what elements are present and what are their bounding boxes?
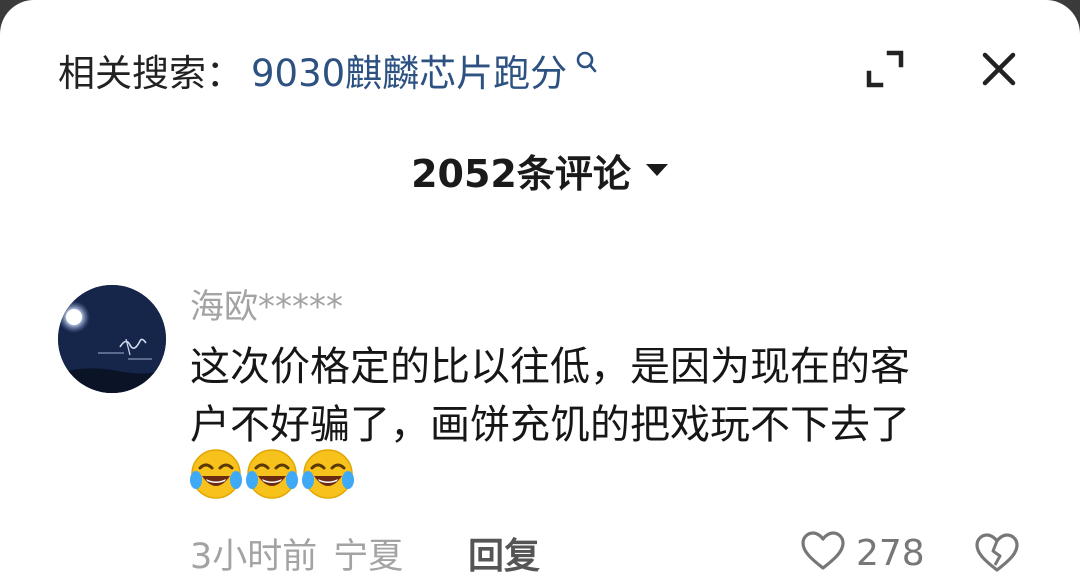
close-icon[interactable] [976, 46, 1022, 92]
like-button[interactable]: 278 [800, 528, 925, 578]
related-search[interactable]: 相关搜索： 9030麒麟芯片跑分 [58, 44, 599, 96]
search-icon[interactable] [575, 50, 599, 90]
comment-location: 宁夏 [333, 536, 404, 577]
comment-text-line: 这次价格定的比以往低，是因为现在的客 [190, 344, 910, 390]
like-count: 278 [856, 532, 925, 574]
laughing-crying-emoji [246, 448, 298, 500]
comment-meta: 3小时前 宁夏 [190, 530, 404, 577]
related-search-query[interactable]: 9030麒麟芯片跑分 [251, 43, 567, 97]
laughing-crying-emoji [190, 448, 242, 500]
comment-count-label: 2052条评论 [411, 151, 631, 196]
broken-heart-icon[interactable] [972, 528, 1022, 578]
comment-username[interactable]: 海欧***** [190, 280, 343, 327]
comment-time: 3小时前 [190, 536, 318, 577]
reply-button[interactable]: 回复 [468, 530, 540, 577]
comment-count-selector[interactable]: 2052条评论 [0, 140, 1080, 200]
heart-icon[interactable] [800, 530, 846, 576]
avatar[interactable] [58, 285, 166, 393]
comment-text-line: 户不好骗了，画饼充饥的把戏玩不下去了 [190, 402, 910, 448]
laughing-crying-emoji [302, 448, 354, 500]
expand-icon[interactable] [862, 46, 908, 92]
related-search-label: 相关搜索： [58, 52, 243, 95]
comment-body: 这次价格定的比以往低，是因为现在的客 户不好骗了，画饼充饥的把戏玩不下去了 [190, 338, 1030, 454]
comment-emoji-row [190, 448, 354, 504]
caret-down-icon [645, 162, 669, 178]
comment-sheet: 相关搜索： 9030麒麟芯片跑分 2052条评论 海欧***** 这次价格定的比… [0, 0, 1080, 580]
